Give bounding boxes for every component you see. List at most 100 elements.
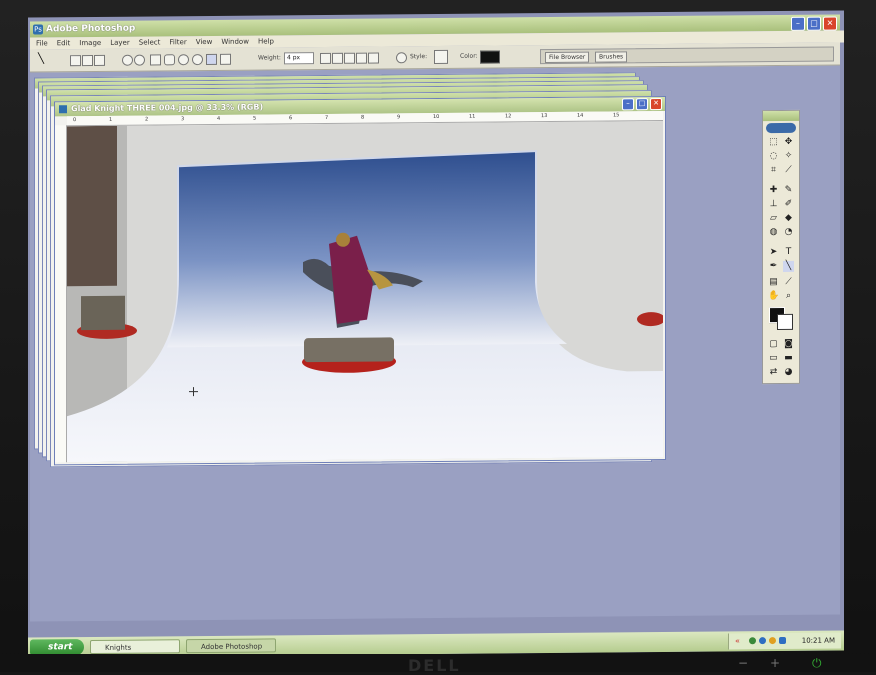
- document-window[interactable]: Glad Knight THREE 004.jpg @ 33.3% (RGB) …: [54, 95, 666, 466]
- eyedropper-icon[interactable]: ⟋: [783, 277, 794, 288]
- fill-pixels-icon[interactable]: [94, 54, 105, 66]
- pen-tool-icon[interactable]: [122, 54, 133, 66]
- background-color-swatch[interactable]: [777, 313, 793, 331]
- move-tool-icon[interactable]: ✥: [783, 137, 794, 148]
- marquee-tool-icon[interactable]: ⬚: [768, 137, 779, 148]
- photoshop-logo-icon: Ps: [33, 24, 43, 35]
- subtract-area-icon[interactable]: [344, 52, 355, 64]
- color-swatch[interactable]: [480, 50, 500, 64]
- monitor-screen: Ps Adobe Photoshop – □ ✕ File Edit Image…: [28, 10, 844, 658]
- quick-mask-icon[interactable]: ◙: [783, 339, 794, 350]
- healing-brush-icon[interactable]: ✚: [768, 185, 779, 196]
- add-area-icon[interactable]: [332, 52, 343, 64]
- taskbar-item-knights[interactable]: Knights: [90, 639, 180, 655]
- shape-layers-icon[interactable]: [70, 55, 81, 67]
- menu-edit[interactable]: Edit: [57, 39, 71, 47]
- path-selection-icon[interactable]: ➤: [768, 247, 779, 258]
- doc-minimize-button[interactable]: –: [622, 98, 634, 111]
- ruler-tick: 13: [541, 113, 548, 120]
- palette-well: File Browser Brushes: [540, 46, 834, 65]
- menu-view[interactable]: View: [196, 38, 213, 46]
- line-tool-icon[interactable]: ╲: [38, 53, 52, 64]
- photoshop-eye-logo-icon[interactable]: [766, 122, 796, 134]
- toolbox-title-bar[interactable]: [763, 110, 799, 122]
- hand-tool-icon[interactable]: ✋: [768, 291, 779, 302]
- standard-mode-icon[interactable]: ▢: [768, 339, 779, 350]
- history-brush-icon[interactable]: ✐: [783, 199, 794, 210]
- photoshop-window: Ps Adobe Photoshop – □ ✕ File Edit Image…: [30, 14, 844, 622]
- ruler-tick: 1: [109, 116, 113, 123]
- tray-update-icon[interactable]: [769, 637, 776, 645]
- line-tool-icon[interactable]: ╲: [783, 260, 794, 272]
- vertical-ruler[interactable]: [55, 125, 67, 463]
- image-canvas[interactable]: [67, 121, 663, 463]
- rounded-rect-icon[interactable]: [164, 54, 175, 66]
- brushes-tab[interactable]: Brushes: [595, 51, 628, 63]
- doc-maximize-button[interactable]: □: [636, 98, 648, 111]
- screen-mode-icon[interactable]: ▭: [768, 353, 779, 364]
- jump-to-imageready-icon[interactable]: ⇄: [768, 367, 779, 378]
- exclude-area-icon[interactable]: [368, 52, 379, 64]
- taskbar-item-label: Knights: [105, 643, 132, 652]
- notes-tool-icon[interactable]: ▤: [768, 277, 779, 288]
- link-layer-icon[interactable]: [396, 52, 407, 64]
- ruler-tick: 15: [613, 112, 620, 119]
- minimize-button[interactable]: –: [791, 16, 805, 31]
- maximize-button[interactable]: □: [807, 16, 821, 31]
- file-browser-tab[interactable]: File Browser: [545, 51, 590, 64]
- freeform-pen-icon[interactable]: [134, 54, 145, 66]
- menu-image[interactable]: Image: [79, 39, 101, 47]
- menu-layer[interactable]: Layer: [110, 39, 130, 47]
- clone-stamp-icon[interactable]: ⊥: [768, 199, 779, 210]
- tray-network-icon[interactable]: [749, 637, 756, 645]
- menu-file[interactable]: File: [36, 39, 48, 47]
- taskbar-item-label: Adobe Photoshop: [201, 642, 263, 652]
- menu-select[interactable]: Select: [139, 38, 161, 46]
- dodge-tool-icon[interactable]: ◔: [783, 227, 794, 238]
- lasso-tool-icon[interactable]: ◌: [768, 151, 779, 162]
- full-screen-icon[interactable]: ▬: [783, 353, 794, 364]
- menu-filter[interactable]: Filter: [169, 38, 186, 46]
- tray-volume-icon[interactable]: [779, 636, 786, 645]
- brush-tool-icon[interactable]: ✎: [783, 185, 794, 196]
- pen-tool-icon[interactable]: ✒: [768, 261, 779, 272]
- paths-icon[interactable]: [82, 54, 93, 67]
- close-button[interactable]: ✕: [823, 16, 837, 31]
- menu-window[interactable]: Window: [221, 38, 249, 46]
- new-layer-mode-icon[interactable]: [320, 52, 331, 65]
- ellipse-icon[interactable]: [178, 54, 189, 66]
- weight-input[interactable]: 4 px: [284, 52, 314, 65]
- ruler-tick: 8: [361, 114, 365, 121]
- ruler-tick: 0: [73, 117, 77, 124]
- style-picker-icon[interactable]: [434, 49, 448, 65]
- taskbar-item-photoshop[interactable]: Adobe Photoshop: [186, 638, 276, 654]
- polygon-icon[interactable]: [192, 54, 203, 66]
- rectangle-shape-icon[interactable]: [150, 54, 161, 66]
- ruler-tick: 5: [253, 115, 257, 122]
- magic-wand-icon[interactable]: ✧: [783, 151, 794, 162]
- paint-bucket-icon[interactable]: ◆: [783, 213, 794, 224]
- doc-close-button[interactable]: ✕: [650, 98, 662, 111]
- eraser-tool-icon[interactable]: ▱: [768, 213, 779, 224]
- type-tool-icon[interactable]: T: [783, 247, 794, 258]
- blur-tool-icon[interactable]: ◍: [768, 227, 779, 238]
- tray-antivirus-icon[interactable]: [759, 637, 766, 645]
- toolbox-palette: ⬚ ✥ ◌ ✧ ⌗ ⟋ ✚ ✎ ⊥ ✐ ▱ ◆ ◍ ◔ ➤ T ✒ ╲ ▤ ⟋ …: [762, 109, 800, 385]
- monitor-plus-button[interactable]: +: [770, 656, 780, 670]
- zoom-tool-icon[interactable]: ⌕: [783, 291, 794, 302]
- taskbar-clock[interactable]: 10:21 AM: [802, 637, 835, 645]
- monitor-minus-button[interactable]: −: [738, 656, 748, 670]
- menu-help[interactable]: Help: [258, 37, 274, 45]
- imageready-icon[interactable]: ◕: [783, 367, 794, 378]
- app-title: Adobe Photoshop: [46, 23, 136, 35]
- tray-chevron-icon[interactable]: «: [735, 636, 740, 645]
- crop-tool-icon[interactable]: ⌗: [768, 165, 779, 176]
- custom-shape-icon[interactable]: [220, 53, 231, 65]
- line-shape-icon[interactable]: [206, 53, 217, 66]
- ruler-tick: 14: [577, 112, 584, 119]
- intersect-area-icon[interactable]: [356, 52, 367, 64]
- slice-tool-icon[interactable]: ⟋: [783, 165, 794, 176]
- monitor-power-icon[interactable]: ⏻: [812, 656, 822, 671]
- system-tray: « 10:21 AM: [728, 632, 841, 650]
- ruler-tick: 10: [433, 113, 440, 121]
